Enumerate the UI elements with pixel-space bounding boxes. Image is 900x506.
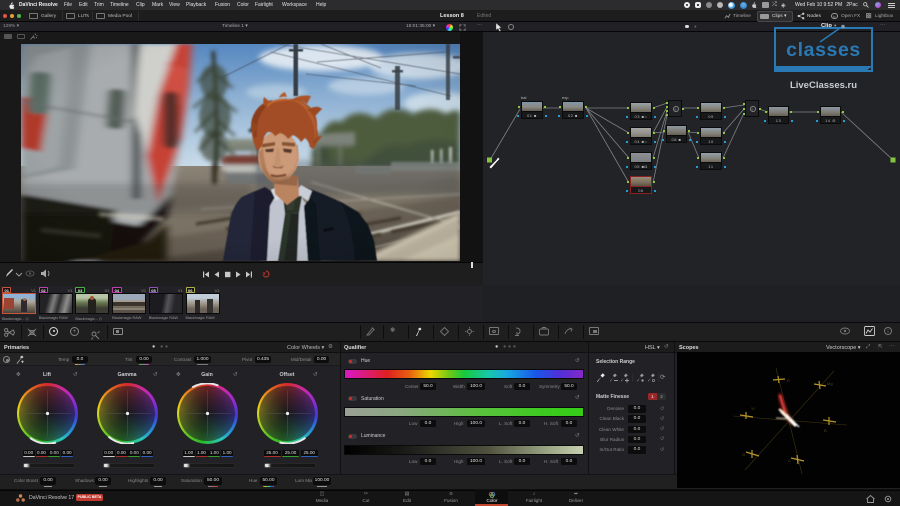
svg-text:Mg: Mg [827, 381, 833, 386]
svg-text:G: G [742, 452, 745, 457]
svg-text:R: R [787, 378, 790, 383]
svg-text:Yl: Yl [751, 406, 755, 411]
svg-text:B: B [824, 428, 827, 433]
svg-text:C: C [788, 458, 791, 463]
